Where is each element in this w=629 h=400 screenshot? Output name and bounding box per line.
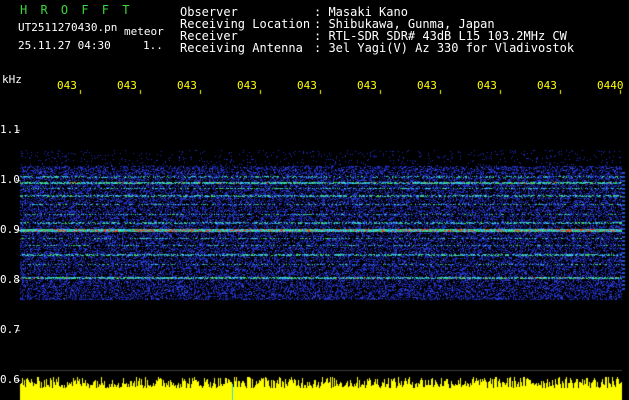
file-name: UT2511270430.pn <box>18 21 118 34</box>
time-tick-label: 043 <box>117 79 137 92</box>
freq-tick-label: 0.8 <box>0 273 20 286</box>
spectrogram-canvas <box>0 0 629 400</box>
app-title: H R O F F T <box>20 3 133 17</box>
datetime-label: 25.11.27 04:30 <box>18 39 111 52</box>
freq-tick-label: 0.6 <box>0 373 20 386</box>
info-value-antenna: : 3el Yagi(V) Az 330 for Vladivostok <box>314 41 575 55</box>
time-tick-label: 043 <box>417 79 437 92</box>
time-tick-label: 043 <box>237 79 257 92</box>
freq-unit-label: kHz <box>2 73 22 86</box>
time-tick-label: 043 <box>57 79 77 92</box>
sequence-label: 1.. <box>143 39 163 52</box>
freq-tick-label: 1.1 <box>0 123 20 136</box>
time-tick-label: 043 <box>357 79 377 92</box>
time-tick-label: 0440 <box>597 79 624 92</box>
time-tick-label: 043 <box>297 79 317 92</box>
freq-tick-label: 0.7 <box>0 323 20 336</box>
time-tick-label: 043 <box>477 79 497 92</box>
time-tick-label: 043 <box>177 79 197 92</box>
info-labels: Observer Receiving Location Receiver Rec… <box>180 6 310 54</box>
info-label-antenna: Receiving Antenna <box>180 41 303 55</box>
mode-label: meteor <box>124 25 164 38</box>
hrofft-window: H R O F F T UT2511270430.pn meteor 25.11… <box>0 0 629 400</box>
time-tick-label: 043 <box>537 79 557 92</box>
freq-tick-label: 1.0 <box>0 173 20 186</box>
info-values: : Masaki Kano : Shibukawa, Gunma, Japan … <box>314 6 574 54</box>
freq-tick-label: 0.9 <box>0 223 20 236</box>
